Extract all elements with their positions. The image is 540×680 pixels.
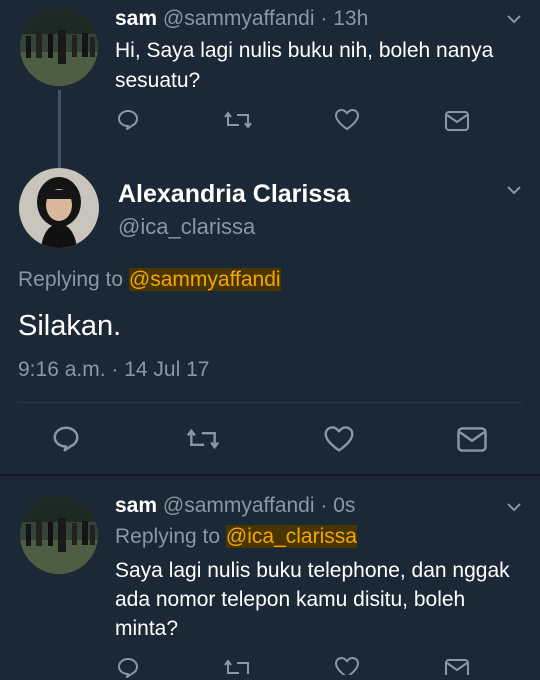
retweet-icon[interactable] bbox=[224, 656, 252, 675]
message-icon[interactable] bbox=[444, 658, 470, 675]
retweet-icon[interactable] bbox=[224, 108, 252, 132]
thread-connector bbox=[58, 90, 61, 170]
reply-icon[interactable] bbox=[51, 424, 81, 454]
main-replying-prefix: Replying to bbox=[18, 268, 124, 291]
message-icon[interactable] bbox=[444, 110, 470, 132]
reply-icon[interactable] bbox=[116, 108, 140, 132]
main-author-handle[interactable]: @ica_clarissa bbox=[118, 214, 255, 240]
tweet1-text: Hi, Saya lagi nulis buku nih, boleh nany… bbox=[115, 39, 494, 92]
main-timestamp[interactable]: 9:16 a.m. · 14 Jul 17 bbox=[18, 358, 209, 382]
chevron-down-icon[interactable] bbox=[506, 502, 522, 512]
tweet3-replying-line: Replying to @ica_clarissa bbox=[115, 525, 357, 549]
divider-2 bbox=[18, 402, 522, 403]
divider-1 bbox=[0, 150, 540, 151]
tweet1-author-name[interactable]: sam bbox=[115, 7, 157, 30]
tweet1-header: sam @sammyaffandi · 13h bbox=[115, 7, 368, 31]
tweet3-author-handle[interactable]: @sammyaffandi bbox=[163, 494, 315, 517]
tweet3-author-name[interactable]: sam bbox=[115, 494, 157, 517]
like-icon[interactable] bbox=[334, 656, 360, 675]
tweet3-replying-prefix: Replying to bbox=[115, 525, 221, 548]
reply-icon[interactable] bbox=[116, 656, 140, 680]
avatar-sam[interactable] bbox=[20, 8, 98, 86]
avatar-sam[interactable] bbox=[20, 496, 98, 574]
tweet1-separator: · bbox=[320, 7, 328, 30]
main-tweet-text: Silakan. bbox=[18, 310, 122, 342]
tweet1-time[interactable]: 13h bbox=[333, 7, 368, 30]
tweet3-text: Saya lagi nulis buku telephone, dan ngga… bbox=[115, 559, 510, 640]
divider-3 bbox=[0, 474, 540, 476]
like-icon[interactable] bbox=[323, 425, 355, 454]
main-replying-line: Replying to @sammyaffandi bbox=[18, 268, 281, 292]
retweet-icon[interactable] bbox=[186, 425, 220, 453]
tweet3-separator: · bbox=[320, 494, 328, 517]
tweet3-time[interactable]: 0s bbox=[333, 494, 355, 517]
like-icon[interactable] bbox=[334, 108, 360, 132]
avatar-alexandria[interactable] bbox=[19, 168, 99, 248]
tweet3-header: sam @sammyaffandi · 0s bbox=[115, 494, 355, 518]
main-replying-mention[interactable]: @sammyaffandi bbox=[128, 268, 281, 291]
chevron-down-icon[interactable] bbox=[506, 14, 522, 24]
message-icon[interactable] bbox=[456, 426, 488, 453]
main-author-name[interactable]: Alexandria Clarissa bbox=[118, 180, 350, 209]
chevron-down-icon[interactable] bbox=[506, 185, 522, 195]
tweet3-replying-mention[interactable]: @ica_clarissa bbox=[225, 525, 357, 548]
tweet1-author-handle[interactable]: @sammyaffandi bbox=[163, 7, 315, 30]
